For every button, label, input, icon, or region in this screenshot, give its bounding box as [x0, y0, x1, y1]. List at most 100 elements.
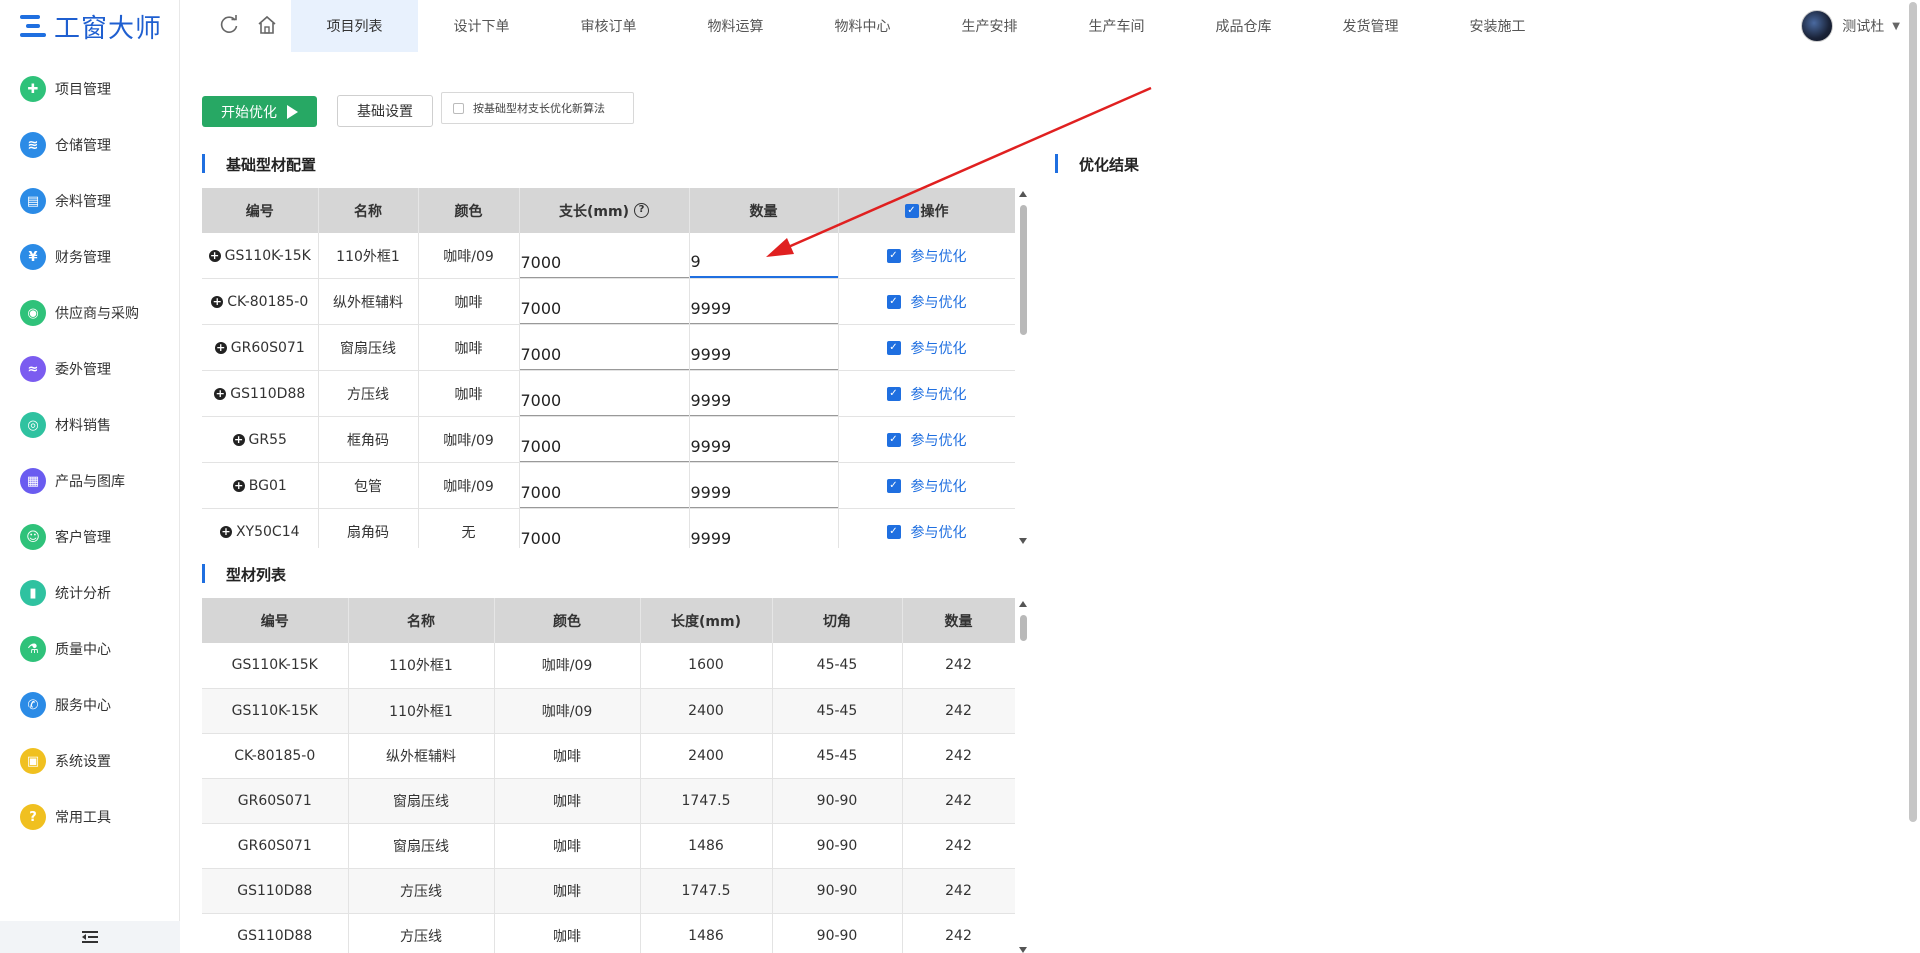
sidebar-item-box[interactable]: ▤ 余料管理 — [0, 173, 180, 229]
new-algorithm-checkbox[interactable]: 按基础型材支长优化新算法 — [441, 92, 634, 124]
tab-7[interactable]: 成品仓库 — [1180, 0, 1307, 52]
checkbox-checked-icon[interactable]: ✓ — [886, 432, 901, 447]
cell-operation[interactable]: ✓ 参与优化 — [838, 416, 1015, 463]
expand-plus-icon[interactable]: + — [214, 341, 227, 354]
qty-input[interactable] — [689, 463, 838, 508]
qty-input[interactable] — [689, 233, 838, 278]
cell-code[interactable]: + CK-80185-0 — [202, 278, 319, 325]
expand-plus-icon[interactable]: + — [232, 479, 245, 492]
sidebar-item-supplier[interactable]: ◉ 供应商与采购 — [0, 285, 180, 341]
sidebar-item-flask[interactable]: ⚗ 质量中心 — [0, 621, 180, 677]
cell-code[interactable]: + GS110K-15K — [202, 233, 319, 279]
expand-plus-icon[interactable]: + — [214, 387, 227, 400]
qty-input[interactable] — [689, 325, 838, 370]
checkbox-checked-icon[interactable]: ✓ — [886, 386, 901, 401]
expand-plus-icon[interactable]: + — [232, 433, 245, 446]
cell-angle: 45-45 — [772, 688, 903, 734]
user-menu[interactable]: 测试杜 ▼ — [1801, 8, 1900, 44]
sidebar-item-label: 财务管理 — [55, 250, 111, 266]
cell-code: GR60S071 — [202, 778, 349, 824]
cell-code[interactable]: + XY50C14 — [202, 508, 319, 548]
tab-8[interactable]: 发货管理 — [1307, 0, 1434, 52]
checkbox-checked-icon[interactable]: ✓ — [886, 294, 901, 309]
sidebar-item-sales[interactable]: ◎ 材料销售 — [0, 397, 180, 453]
length-input[interactable] — [519, 233, 689, 278]
scroll-down-icon[interactable] — [1019, 538, 1027, 544]
qty-input[interactable] — [689, 509, 838, 548]
logo[interactable]: 工窗大师 — [20, 8, 162, 44]
collapse-sidebar-button[interactable] — [0, 921, 180, 953]
cell-qty: 242 — [902, 823, 1015, 869]
tab-1[interactable]: 设计下单 — [418, 0, 545, 52]
home-icon[interactable] — [256, 14, 278, 36]
scroll-up-icon[interactable] — [1019, 191, 1027, 197]
sidebar-item-settings[interactable]: ▣ 系统设置 — [0, 733, 180, 789]
sidebar-item-chart[interactable]: ▮ 统计分析 — [0, 565, 180, 621]
qty-input[interactable] — [689, 371, 838, 416]
expand-plus-icon[interactable]: + — [211, 295, 224, 308]
cell-code[interactable]: + BG01 — [202, 462, 319, 509]
col-header-length: 支长(mm)? — [519, 188, 690, 233]
sidebar-item-puzzle[interactable]: ✚ 项目管理 — [0, 61, 180, 117]
cell-code[interactable]: + GR55 — [202, 416, 319, 463]
checkbox-checked-icon[interactable]: ✓ — [886, 340, 901, 355]
cell-operation[interactable]: ✓ 参与优化 — [838, 370, 1015, 417]
refresh-icon[interactable] — [218, 14, 240, 36]
length-input[interactable] — [519, 417, 689, 462]
tab-2[interactable]: 审核订单 — [545, 0, 672, 52]
cell-name: 方压线 — [348, 868, 495, 914]
cell-length — [519, 278, 690, 325]
cell-code[interactable]: + GR60S071 — [202, 324, 319, 371]
scroll-thumb[interactable] — [1020, 205, 1027, 335]
length-input[interactable] — [519, 463, 689, 508]
tab-5[interactable]: 生产安排 — [926, 0, 1053, 52]
cell-operation[interactable]: ✓ 参与优化 — [838, 324, 1015, 371]
cell-color: 咖啡/09 — [418, 416, 520, 463]
help-icon[interactable]: ? — [633, 203, 649, 218]
length-input[interactable] — [519, 279, 689, 324]
sidebar-item-layers[interactable]: ≋ 仓储管理 — [0, 117, 180, 173]
scroll-down-icon[interactable] — [1019, 947, 1027, 953]
cell-operation[interactable]: ✓ 参与优化 — [838, 508, 1015, 548]
qty-input[interactable] — [689, 279, 838, 324]
length-input[interactable] — [519, 509, 689, 548]
tab-4[interactable]: 物料中心 — [799, 0, 926, 52]
length-input[interactable] — [519, 325, 689, 370]
cell-color: 无 — [418, 508, 520, 548]
layers-icon: ≋ — [20, 132, 46, 158]
checkbox-checked-icon[interactable]: ✓ — [886, 524, 901, 539]
cell-operation[interactable]: ✓ 参与优化 — [838, 278, 1015, 325]
scroll-up-icon[interactable] — [1019, 601, 1027, 607]
tab-3[interactable]: 物料运算 — [672, 0, 799, 52]
tab-9[interactable]: 安装施工 — [1434, 0, 1561, 52]
profile-table-scrollbar[interactable] — [1018, 601, 1029, 953]
tab-6[interactable]: 生产车间 — [1053, 0, 1180, 52]
cell-name: 方压线 — [318, 370, 419, 417]
checkbox-checked-icon[interactable]: ✓ — [886, 478, 901, 493]
sidebar-item-outsource[interactable]: ≈ 委外管理 — [0, 341, 180, 397]
sidebar-item-tools[interactable]: ? 常用工具 — [0, 789, 180, 845]
checkbox-checked-icon[interactable]: ✓ — [886, 248, 901, 263]
chart-icon: ▮ — [20, 580, 46, 606]
cell-angle: 90-90 — [772, 778, 903, 824]
cell-code[interactable]: + GS110D88 — [202, 370, 319, 417]
sidebar-item-phone[interactable]: ✆ 服务中心 — [0, 677, 180, 733]
expand-plus-icon[interactable]: + — [219, 525, 232, 538]
cell-color: 咖啡/09 — [418, 233, 520, 279]
qty-input[interactable] — [689, 417, 838, 462]
page-scrollbar[interactable] — [1908, 0, 1918, 953]
cell-operation[interactable]: ✓ 参与优化 — [838, 233, 1015, 279]
cell-operation[interactable]: ✓ 参与优化 — [838, 462, 1015, 509]
length-input[interactable] — [519, 371, 689, 416]
expand-plus-icon[interactable]: + — [208, 249, 221, 262]
sidebar-item-gallery[interactable]: ▦ 产品与图库 — [0, 453, 180, 509]
scroll-thumb[interactable] — [1020, 615, 1027, 641]
page-scroll-thumb[interactable] — [1909, 2, 1917, 822]
select-all-checkbox[interactable]: ✓ — [904, 203, 919, 218]
tab-0[interactable]: 项目列表 — [291, 0, 418, 52]
sidebar-item-finance[interactable]: ¥ 财务管理 — [0, 229, 180, 285]
sidebar-item-customer[interactable]: ☺ 客户管理 — [0, 509, 180, 565]
start-optimize-button[interactable]: 开始优化 — [202, 96, 317, 127]
basic-settings-button[interactable]: 基础设置 — [337, 95, 433, 127]
config-table-scrollbar[interactable] — [1018, 191, 1029, 544]
